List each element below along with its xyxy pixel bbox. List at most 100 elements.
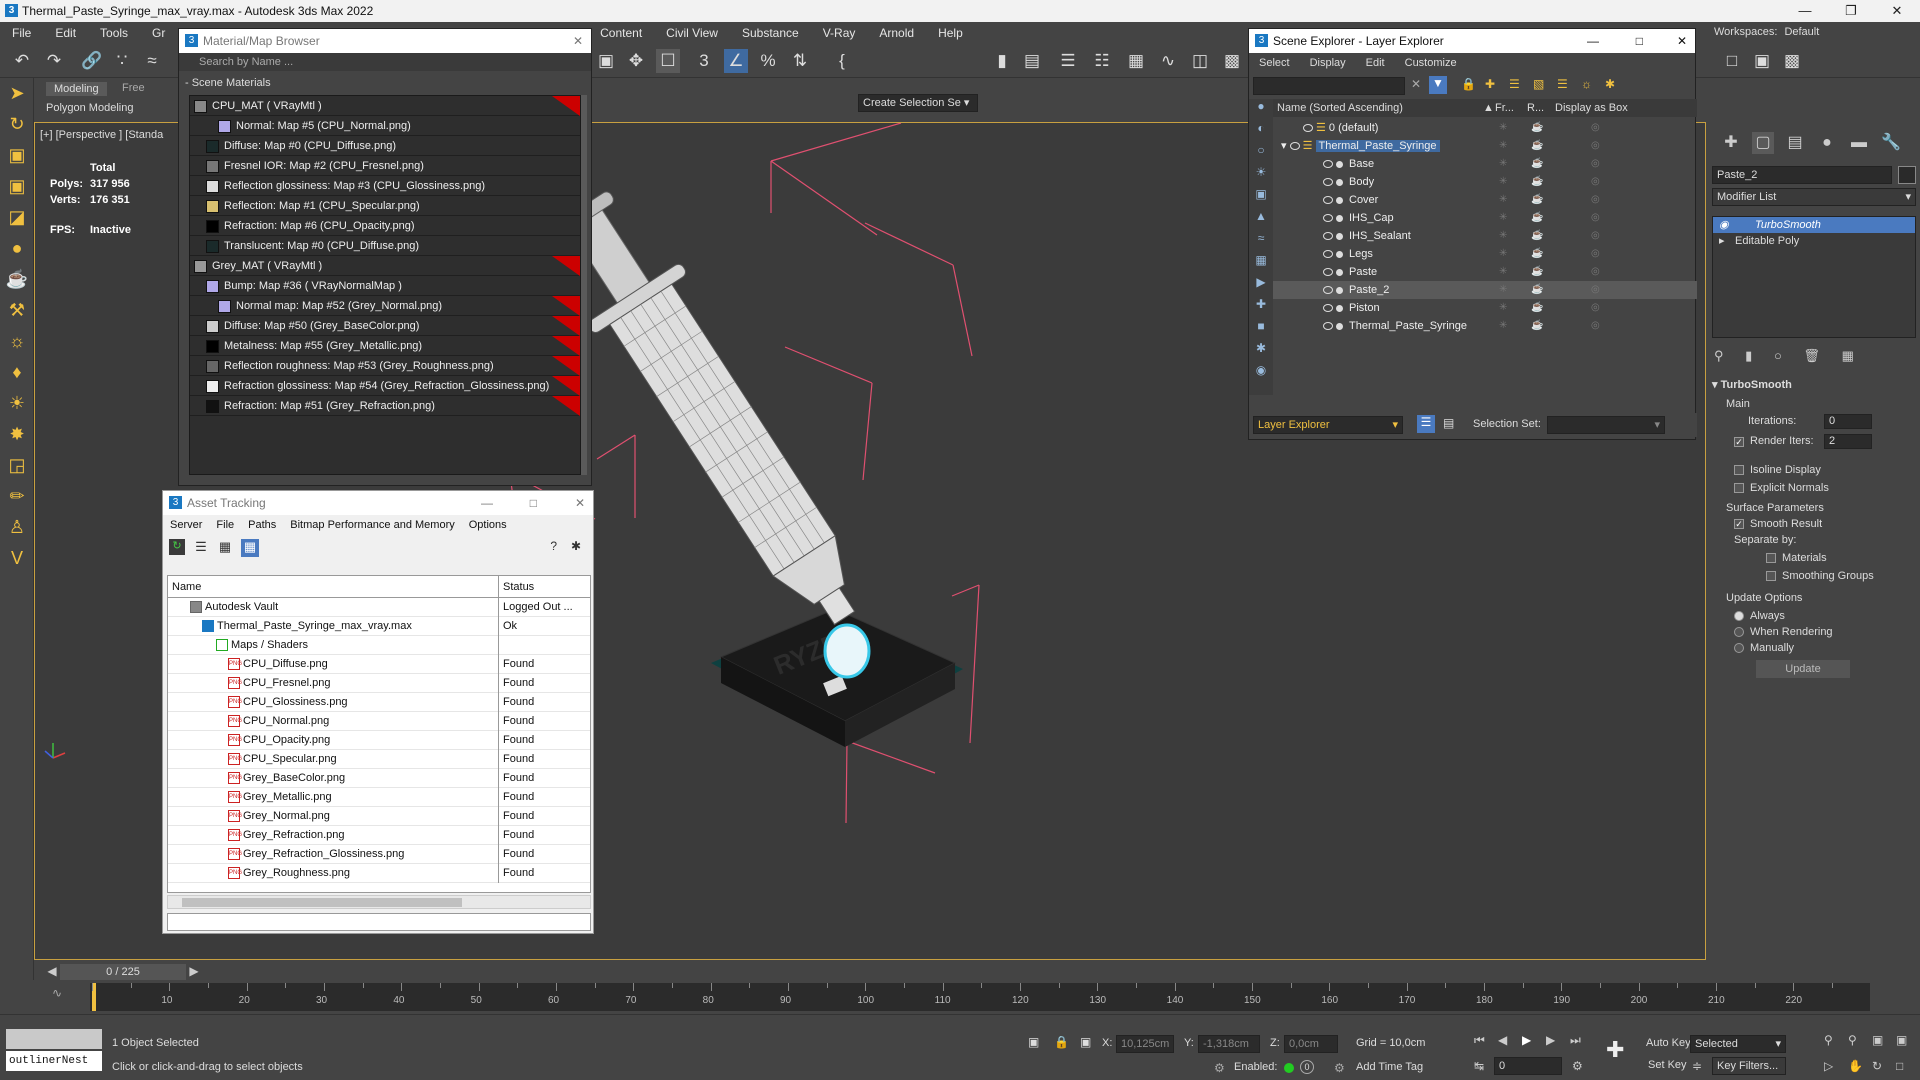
viewport-label[interactable]: [+] [Perspective ] [Standa <box>40 129 163 141</box>
se-hierarchy-icon[interactable]: ▧ <box>1533 77 1544 91</box>
asset-row[interactable]: PNGCPU_Fresnel.png Found <box>168 674 590 693</box>
visibility-eye-icon[interactable] <box>1323 322 1333 331</box>
freeze-icon[interactable]: ✳ <box>1499 155 1507 173</box>
time-tag-icon[interactable]: ⚙ <box>1334 1061 1345 1075</box>
asset-row[interactable]: Thermal_Paste_Syringe_max_vray.max Ok <box>168 617 590 636</box>
box-display-icon[interactable]: ◎ <box>1591 191 1600 209</box>
freeze-icon[interactable]: ✳ <box>1499 209 1507 227</box>
visibility-eye-icon[interactable] <box>1323 160 1333 169</box>
undo-icon[interactable]: ↶ <box>10 49 34 73</box>
menu-item[interactable]: Civil View <box>654 26 730 40</box>
box-display-icon[interactable]: ◎ <box>1591 155 1600 173</box>
at-menu-item[interactable]: Paths <box>241 519 283 531</box>
se-spacewarps-icon[interactable]: ≈ <box>1249 231 1273 253</box>
se-menu-item[interactable]: Edit <box>1356 57 1395 69</box>
scene-node-row[interactable]: IHS_Cap ✳ ☕ ◎ <box>1273 209 1697 227</box>
schematic-view-icon[interactable]: ◫ <box>1188 49 1212 73</box>
remove-modifier-icon[interactable]: 🗑 <box>1803 348 1820 363</box>
renderable-icon[interactable]: ☕ <box>1531 137 1543 155</box>
restore-icon[interactable]: ❐ <box>1828 0 1874 22</box>
absolute-mode-icon[interactable]: ▣ <box>1080 1035 1091 1049</box>
visibility-eye-icon[interactable] <box>1303 124 1313 133</box>
se-stack-icon[interactable]: ☰ <box>1557 77 1568 91</box>
se-hidden-icon[interactable]: ◉ <box>1249 363 1273 385</box>
asset-row[interactable]: PNGCPU_Opacity.png Found <box>168 731 590 750</box>
pin-stack-icon[interactable]: ⚲ <box>1714 348 1724 363</box>
ribbon-tab-modeling[interactable]: Modeling <box>46 82 107 96</box>
se-col-freeze[interactable]: Fr... <box>1495 99 1514 117</box>
helmet-icon[interactable]: ☼ <box>0 326 34 357</box>
zoom-all-icon[interactable]: ⚲ <box>1848 1033 1857 1047</box>
modify-tab-icon[interactable]: ▢ <box>1752 132 1774 154</box>
renderable-icon[interactable]: ☕ <box>1531 119 1543 137</box>
visibility-eye-icon[interactable] <box>1323 286 1333 295</box>
mmb-scrollbar[interactable] <box>581 95 587 475</box>
at-list-icon[interactable]: ☰ <box>193 539 209 555</box>
object-name-field[interactable]: Paste_2 <box>1712 166 1892 184</box>
material-row[interactable]: Fresnel IOR: Map #2 (CPU_Fresnel.png) <box>190 156 580 176</box>
renderable-icon[interactable]: ☕ <box>1531 227 1543 245</box>
se-col-render[interactable]: R... <box>1527 99 1544 117</box>
pan-icon[interactable]: ✋ <box>1848 1059 1863 1073</box>
modifier-list-dropdown[interactable]: Modifier List ▾ <box>1712 188 1916 206</box>
redo-icon[interactable]: ↷ <box>42 49 66 73</box>
box-display-icon[interactable]: ◎ <box>1591 263 1600 281</box>
se-layer-mode-icon[interactable]: ☰ <box>1417 415 1435 433</box>
key-mode-icon[interactable]: ↹ <box>1474 1059 1484 1073</box>
time-slider[interactable]: 0 / 225 <box>60 964 186 980</box>
bind-spacewarp-icon[interactable]: ≈ <box>140 49 164 73</box>
when-rendering-radio[interactable]: When Rendering <box>1712 626 1916 642</box>
se-col-name[interactable]: Name (Sorted Ascending) <box>1277 99 1403 117</box>
smooth-result-row[interactable]: ✓ Smooth Result <box>1712 518 1916 534</box>
at-menu-item[interactable]: Server <box>163 519 209 531</box>
zoom-extents-all-icon[interactable]: ▣ <box>1896 1033 1907 1047</box>
orbit-icon[interactable]: ↻ <box>1872 1059 1882 1073</box>
material-row[interactable]: Refraction: Map #51 (Grey_Refraction.png… <box>190 396 580 416</box>
asset-row[interactable]: PNGGrey_Refraction.png Found <box>168 826 590 845</box>
key-selection-dropdown[interactable]: Selected ▾ <box>1690 1035 1786 1053</box>
time-prev-icon[interactable]: ◀ <box>44 964 60 980</box>
hammer-icon[interactable]: ⚒ <box>0 295 34 326</box>
named-selection-icon[interactable]: { <box>830 49 854 73</box>
at-settings-icon[interactable]: ✱ <box>571 539 581 553</box>
visibility-eye-icon[interactable] <box>1323 214 1333 223</box>
scene-node-row[interactable]: Cover ✳ ☕ ◎ <box>1273 191 1697 209</box>
renderable-icon[interactable]: ☕ <box>1531 317 1543 335</box>
stack-item-editable-poly[interactable]: ▸ Editable Poly <box>1713 233 1915 249</box>
at-minimize-icon[interactable]: — <box>481 491 493 515</box>
zoom-extents-icon[interactable]: ▣ <box>1872 1033 1883 1047</box>
scene-node-row[interactable]: Body ✳ ☕ ◎ <box>1273 173 1697 191</box>
menu-item[interactable]: Substance <box>730 26 811 40</box>
iterations-spinner[interactable]: 0 <box>1824 414 1872 429</box>
freeze-icon[interactable]: ✳ <box>1499 245 1507 263</box>
freeze-icon[interactable]: ✳ <box>1499 137 1507 155</box>
box-display-icon[interactable]: ◎ <box>1591 137 1600 155</box>
freeze-icon[interactable]: ✳ <box>1499 191 1507 209</box>
menu-item[interactable]: Gr <box>140 26 177 40</box>
se-menu-item[interactable]: Customize <box>1395 57 1467 69</box>
selection-set-dropdown[interactable]: Create Selection Se ▾ <box>858 94 978 112</box>
minimize-icon[interactable]: — <box>1782 0 1828 22</box>
person-icon[interactable]: ♙ <box>0 512 34 543</box>
material-row[interactable]: Metalness: Map #55 (Grey_Metallic.png) <box>190 336 580 356</box>
se-cameras-icon[interactable]: ▣ <box>1249 187 1273 209</box>
time-tag-counter[interactable]: 0 <box>1300 1060 1314 1074</box>
freeze-icon[interactable]: ✳ <box>1499 281 1507 299</box>
se-layer-explorer-dropdown[interactable]: Layer Explorer ▾ <box>1253 416 1403 434</box>
spinner-snap-icon[interactable]: ⇅ <box>788 49 812 73</box>
se-light-icon[interactable]: ☼ <box>1581 77 1592 91</box>
scene-node-row[interactable]: Thermal_Paste_Syringe ✳ ☕ ◎ <box>1273 317 1697 335</box>
material-row[interactable]: Refraction: Map #6 (CPU_Opacity.png) <box>190 216 580 236</box>
y-coordinate[interactable]: -1,318cm <box>1198 1035 1260 1053</box>
box-display-icon[interactable]: ◎ <box>1591 209 1600 227</box>
expand-icon[interactable]: ▸ <box>1719 233 1725 249</box>
at-grid-icon[interactable]: ▦ <box>241 539 259 557</box>
mmb-search-input[interactable]: Search by Name ... <box>179 53 591 71</box>
se-xrefs-icon[interactable]: ▶ <box>1249 275 1273 297</box>
at-maximize-icon[interactable]: □ <box>530 491 537 515</box>
material-row[interactable]: Reflection roughness: Map #53 (Grey_Roug… <box>190 356 580 376</box>
ribbon-polygon-modeling[interactable]: Polygon Modeling <box>46 102 133 114</box>
mirror-icon[interactable]: ▮ <box>990 49 1014 73</box>
freeze-icon[interactable]: ✳ <box>1499 263 1507 281</box>
asset-row[interactable]: PNGCPU_Glossiness.png Found <box>168 693 590 712</box>
